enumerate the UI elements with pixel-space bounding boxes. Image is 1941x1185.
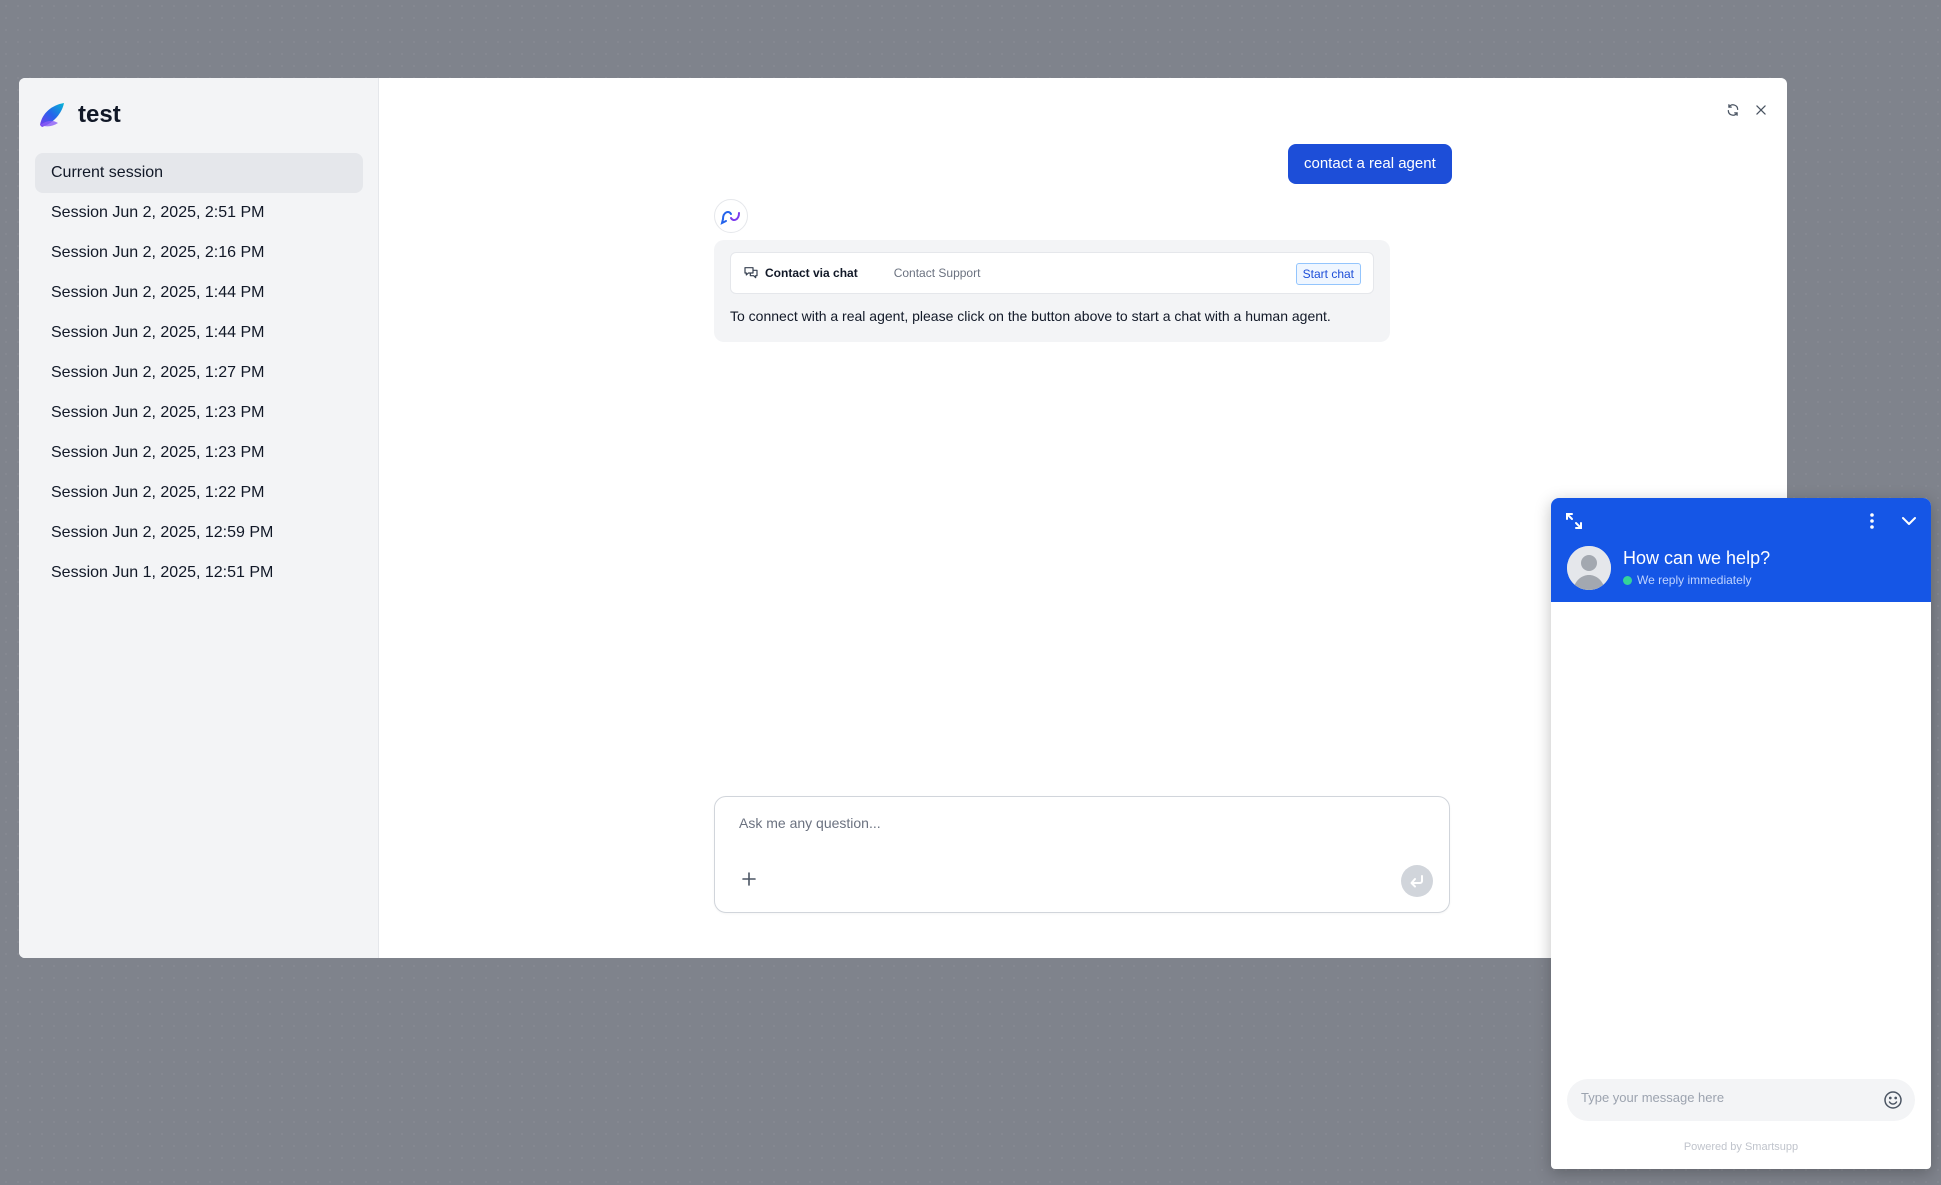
widget-status: We reply immediately bbox=[1623, 573, 1751, 587]
session-item[interactable]: Session Jun 1, 2025, 12:51 PM bbox=[35, 553, 363, 593]
chat-icon bbox=[743, 265, 759, 281]
brand-name: test bbox=[78, 101, 121, 128]
top-toolbar bbox=[1725, 102, 1769, 118]
refresh-icon[interactable] bbox=[1725, 102, 1741, 118]
bot-message: Contact via chat Contact Support Start c… bbox=[714, 240, 1390, 342]
start-chat-button[interactable]: Start chat bbox=[1295, 263, 1361, 285]
send-icon bbox=[1410, 875, 1423, 888]
widget-title: How can we help? bbox=[1623, 548, 1771, 568]
menu-dots-icon[interactable] bbox=[1863, 512, 1881, 530]
bot-avatar-icon bbox=[714, 199, 748, 233]
session-item[interactable]: Session Jun 2, 2025, 1:27 PM bbox=[35, 353, 363, 393]
question-input[interactable] bbox=[739, 815, 1339, 831]
brand-logo-icon bbox=[40, 103, 64, 127]
session-item[interactable]: Session Jun 2, 2025, 1:23 PM bbox=[35, 393, 363, 433]
chevron-down-icon[interactable] bbox=[1899, 512, 1919, 530]
widget-input-wrap bbox=[1567, 1079, 1915, 1121]
send-button[interactable] bbox=[1401, 865, 1433, 897]
contact-card-label: Contact via chat bbox=[765, 266, 858, 280]
session-item[interactable]: Session Jun 2, 2025, 1:22 PM bbox=[35, 473, 363, 513]
widget-message-input[interactable] bbox=[1581, 1090, 1871, 1105]
session-item[interactable]: Session Jun 2, 2025, 1:44 PM bbox=[35, 313, 363, 353]
powered-by-text: Powered by Smartsupp bbox=[1683, 1141, 1799, 1153]
bot-message-text: To connect with a real agent, please cli… bbox=[730, 308, 1331, 324]
online-status-dot bbox=[1623, 575, 1632, 585]
contact-card-subtitle: Contact Support bbox=[893, 266, 981, 280]
session-item[interactable]: Session Jun 2, 2025, 12:59 PM bbox=[35, 513, 363, 553]
session-item-current[interactable]: Current session bbox=[35, 153, 363, 193]
close-icon[interactable] bbox=[1753, 102, 1769, 118]
plus-icon[interactable] bbox=[739, 869, 759, 889]
session-item[interactable]: Session Jun 2, 2025, 2:16 PM bbox=[35, 233, 363, 273]
widget-status-text: We reply immediately bbox=[1637, 573, 1752, 587]
widget-body: Powered by Smartsupp bbox=[1551, 602, 1931, 1169]
contact-card: Contact via chat Contact Support Start c… bbox=[730, 252, 1374, 294]
composer bbox=[714, 796, 1450, 913]
sidebar: test Current session Session Jun 2, 2025… bbox=[19, 78, 379, 958]
user-avatar-icon bbox=[1567, 546, 1611, 590]
widget-header: How can we help? We reply immediately bbox=[1551, 498, 1931, 602]
chat-modal: test Current session Session Jun 2, 2025… bbox=[19, 78, 1787, 958]
session-item[interactable]: Session Jun 2, 2025, 1:44 PM bbox=[35, 273, 363, 313]
smartsupp-widget: How can we help? We reply immediately Po… bbox=[1551, 498, 1931, 1169]
session-item[interactable]: Session Jun 2, 2025, 1:23 PM bbox=[35, 433, 363, 473]
session-list: Current session Session Jun 2, 2025, 2:5… bbox=[35, 153, 363, 593]
user-message-bubble: contact a real agent bbox=[1288, 144, 1452, 184]
emoji-icon[interactable] bbox=[1883, 1090, 1903, 1110]
expand-icon[interactable] bbox=[1565, 512, 1583, 530]
session-item[interactable]: Session Jun 2, 2025, 2:51 PM bbox=[35, 193, 363, 233]
brand: test bbox=[36, 98, 121, 132]
